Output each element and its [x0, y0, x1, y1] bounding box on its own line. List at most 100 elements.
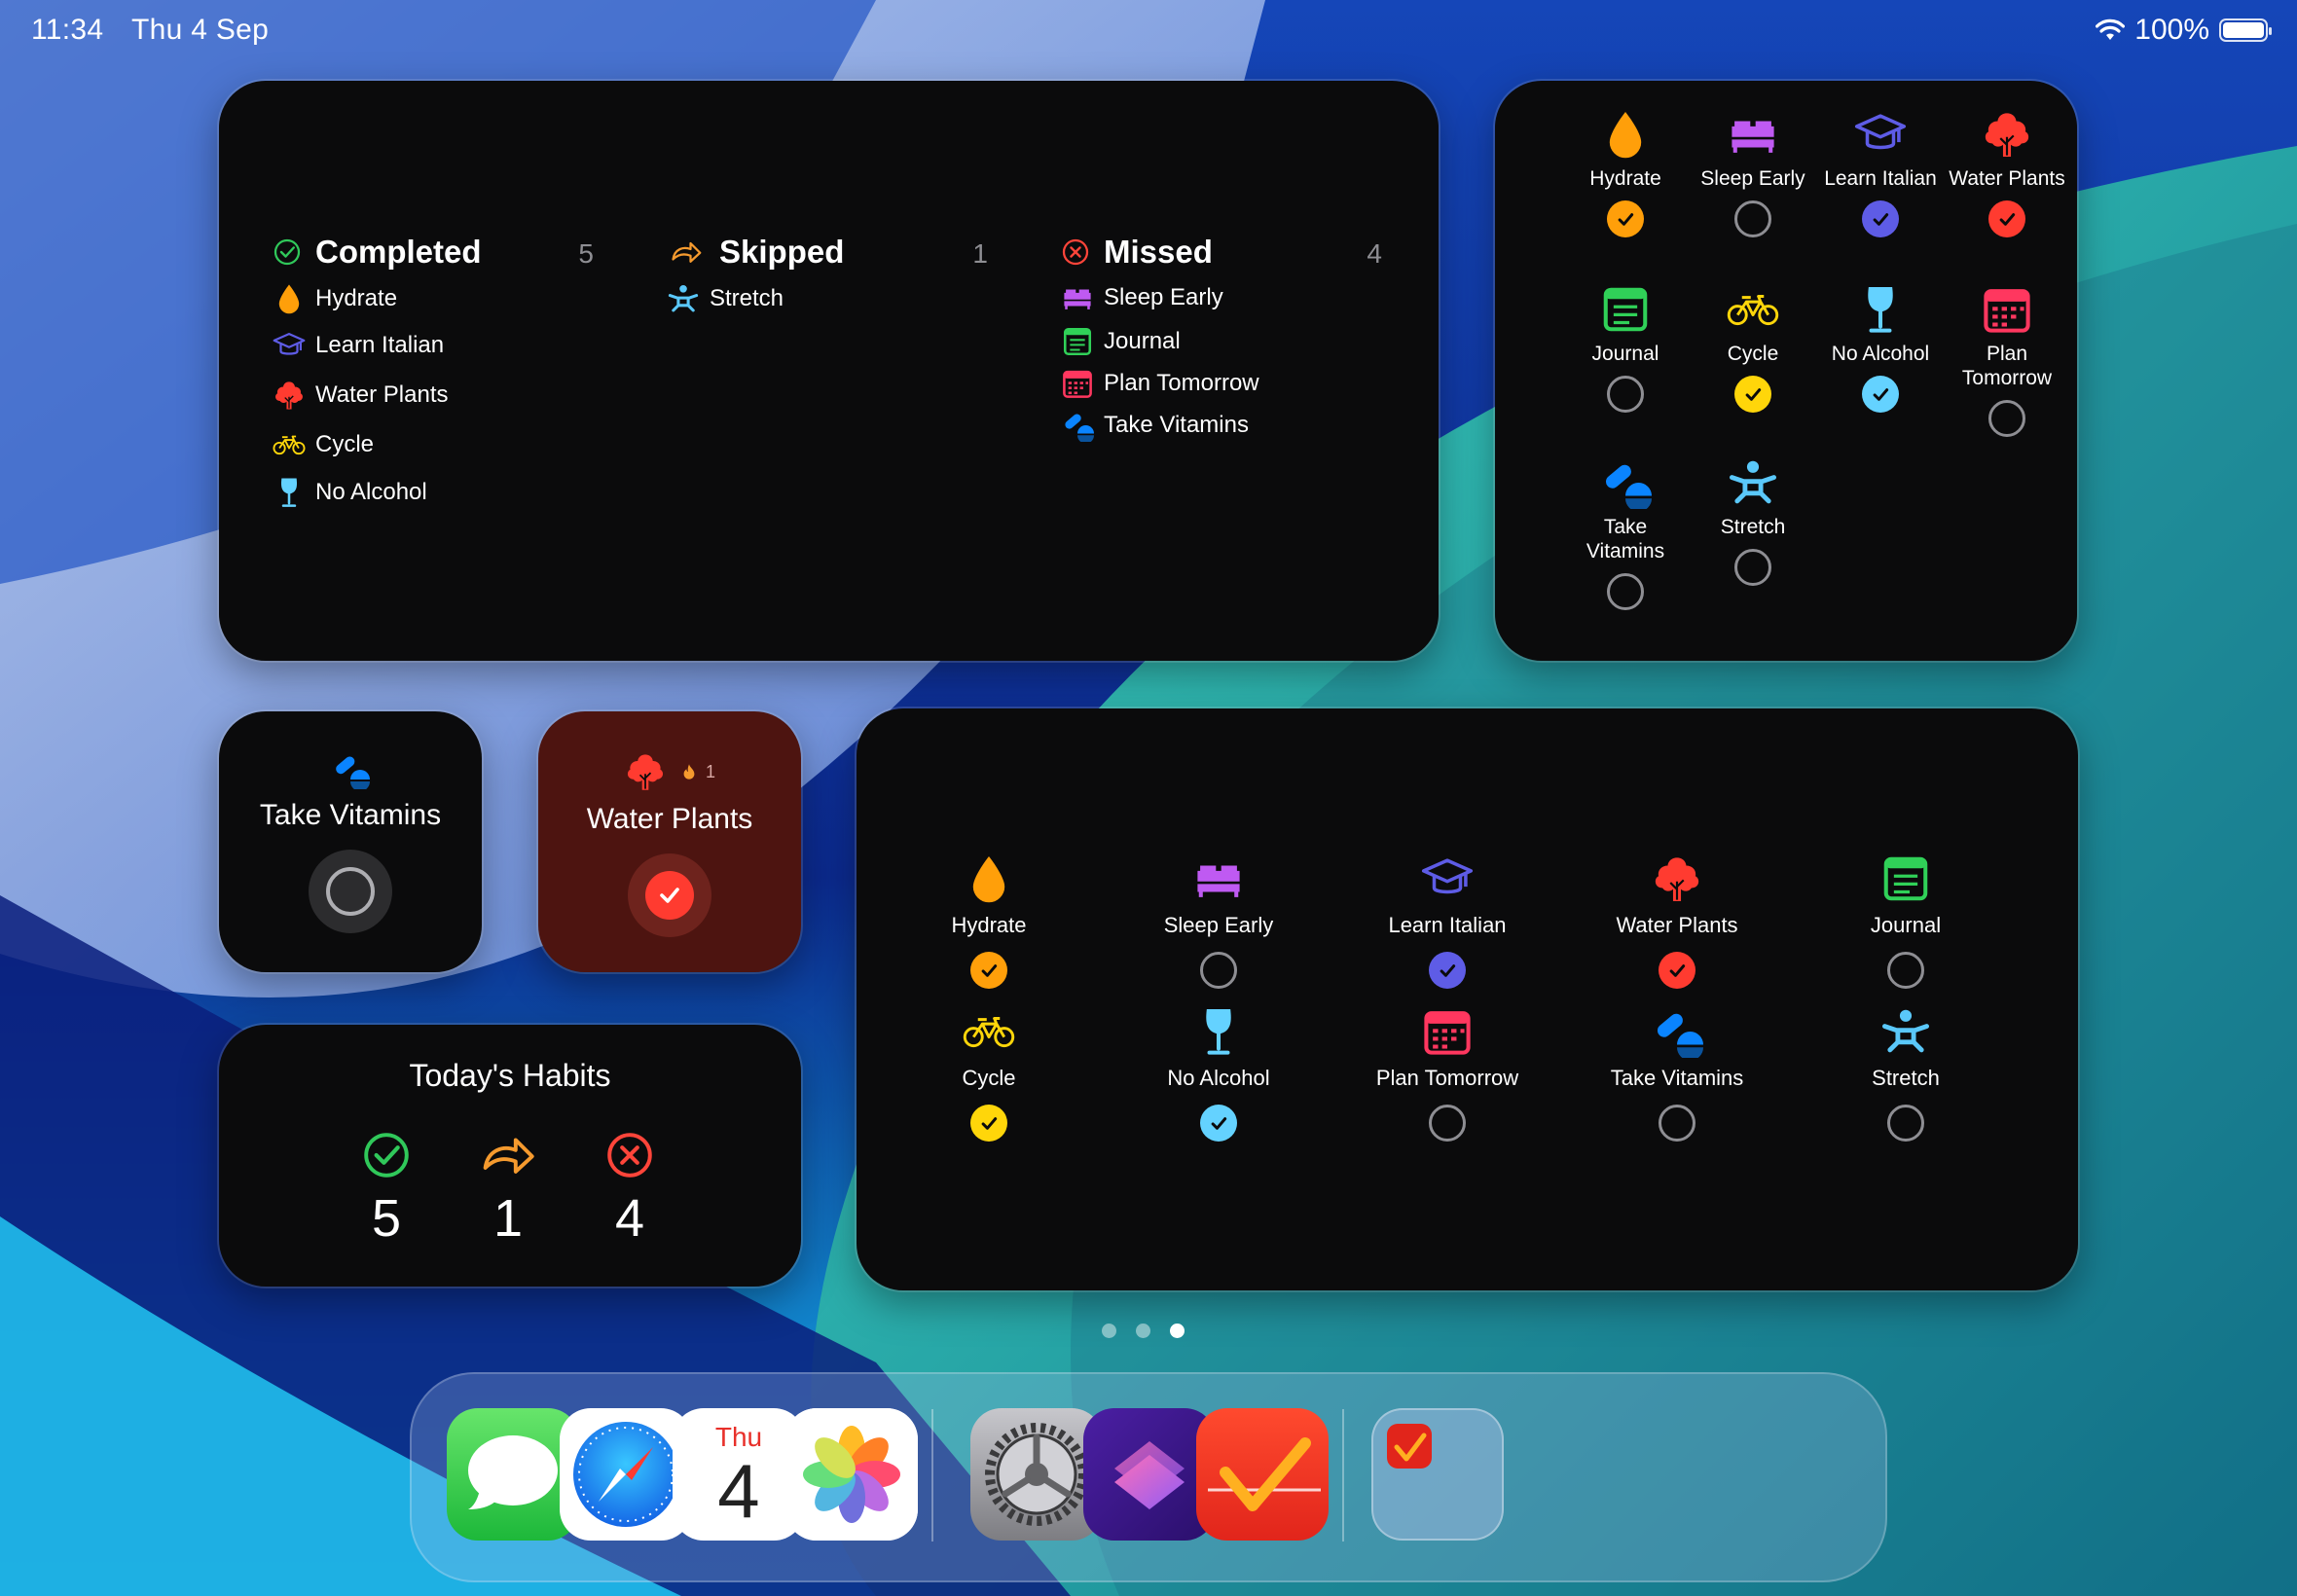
habit-check-open[interactable]: [1988, 400, 2025, 442]
completed-item: Cycle: [273, 420, 594, 469]
habits-app[interactable]: [1196, 1408, 1329, 1541]
streak-count: 1: [705, 761, 715, 781]
habit-check-done[interactable]: [970, 952, 1007, 989]
bed-icon: [1192, 852, 1245, 905]
pills-icon: [331, 750, 370, 789]
habit-check-done[interactable]: [1607, 200, 1644, 237]
habit-cell: Water Plants: [1944, 108, 2070, 237]
habit-cell: Cycle: [1690, 283, 1816, 413]
empty-circle-icon: [1734, 549, 1771, 586]
completed-item-label: Water Plants: [315, 381, 449, 408]
calendar-icon: [1981, 283, 2033, 336]
habit-check-done[interactable]: [1200, 1105, 1237, 1142]
page-dot[interactable]: [1102, 1324, 1116, 1338]
habit-label: Cycle: [1727, 343, 1779, 365]
completed-item: No Alcohol: [273, 469, 594, 516]
habit-label: Plan Tomorrow: [1375, 1066, 1519, 1090]
completed-title: Completed: [315, 234, 482, 270]
habit-check-done[interactable]: [1988, 200, 2025, 237]
completed-column: Completed 5 Hydrate Learn Italian Water Pl…: [273, 229, 594, 516]
take-vitamins-toggle[interactable]: [309, 850, 392, 933]
completed-item: Hydrate: [273, 275, 594, 321]
habit-check-done[interactable]: [1862, 200, 1899, 237]
app-library-icon: [1387, 1424, 1432, 1469]
todays-habits-title: Today's Habits: [409, 1058, 611, 1093]
drop-icon: [1599, 108, 1652, 161]
habit-check-open[interactable]: [1429, 1105, 1466, 1146]
habit-cell: Sleep Early: [1690, 108, 1816, 242]
missed-item-label: Take Vitamins: [1104, 412, 1249, 438]
stretch-figure-icon: [1727, 456, 1779, 509]
empty-circle-icon: [326, 867, 375, 916]
habit-check-open[interactable]: [1887, 952, 1924, 994]
habit-label: Hydrate: [951, 913, 1027, 937]
skipped-number: 1: [492, 1189, 524, 1248]
page-dot[interactable]: [1136, 1324, 1150, 1338]
photos-app[interactable]: [785, 1408, 918, 1541]
missed-item: Plan Tomorrow: [1061, 362, 1382, 404]
habit-label: Take Vitamins: [1610, 1066, 1744, 1090]
missed-item: Journal: [1061, 320, 1382, 362]
habit-label: Journal: [1591, 343, 1659, 365]
bed-icon: [1727, 108, 1779, 161]
completed-item: Learn Italian: [273, 321, 594, 370]
page-indicator[interactable]: [1102, 1324, 1185, 1338]
water-plants-label: Water Plants: [586, 803, 753, 835]
habit-check-open[interactable]: [1734, 549, 1771, 591]
tree-icon: [1981, 108, 2033, 161]
take-vitamins-widget[interactable]: Take Vitamins: [219, 711, 482, 972]
today-skipped: 1: [464, 1130, 552, 1249]
bicycle-icon: [273, 428, 306, 461]
empty-circle-icon: [1607, 376, 1644, 413]
drop-icon: [273, 282, 306, 315]
calendar-icon: [1061, 367, 1094, 400]
take-vitamins-label: Take Vitamins: [259, 799, 442, 831]
empty-circle-icon: [1734, 200, 1771, 237]
completed-item-label: Learn Italian: [315, 332, 445, 358]
habit-check-done[interactable]: [1734, 376, 1771, 413]
x-circle-icon: [1061, 237, 1090, 267]
habit-cell: Water Plants: [1575, 852, 1779, 989]
journal-icon: [1599, 283, 1652, 336]
missed-column: Missed 4 Sleep Early Journal Plan Tomorrow…: [1061, 229, 1382, 447]
checkmark-icon: [1429, 952, 1466, 989]
wineglass-icon: [273, 476, 306, 509]
missed-item-label: Journal: [1104, 327, 1181, 354]
habit-label: Learn Italian: [1388, 913, 1507, 937]
habit-check-done[interactable]: [1429, 952, 1466, 989]
status-date: Thu 4 Sep: [131, 14, 270, 46]
habit-cell: Hydrate: [1562, 108, 1689, 237]
page-dot[interactable]: [1170, 1324, 1185, 1338]
todays-habits-widget[interactable]: Today's Habits 5 1 4: [219, 1025, 801, 1287]
stretch-figure-icon: [667, 282, 700, 315]
habit-cell: Stretch: [1690, 456, 1816, 591]
app-library-folder[interactable]: [1371, 1408, 1504, 1541]
habit-check-open[interactable]: [1887, 1105, 1924, 1146]
checkmark-icon: [970, 952, 1007, 989]
completed-item-label: No Alcohol: [315, 479, 427, 505]
checkmark-icon: [1988, 200, 2025, 237]
checkmark-icon: [1659, 952, 1695, 989]
habit-label: Water Plants: [1949, 167, 2065, 190]
water-plants-toggle[interactable]: [628, 853, 711, 937]
habit-label: No Alcohol: [1831, 343, 1930, 365]
water-plants-widget[interactable]: 1 Water Plants: [538, 711, 801, 972]
habit-cell: Cycle: [887, 1005, 1091, 1142]
habit-check-open[interactable]: [1734, 200, 1771, 242]
habit-check-done[interactable]: [970, 1105, 1007, 1142]
habit-cell: Plan Tomorrow: [1345, 1005, 1550, 1146]
stretch-figure-icon: [1879, 1005, 1932, 1058]
tree-icon: [273, 379, 306, 412]
habit-check-open[interactable]: [1607, 573, 1644, 615]
habit-check-done[interactable]: [1659, 952, 1695, 989]
habit-check-open[interactable]: [1200, 952, 1237, 994]
wifi-icon: [2096, 18, 2126, 40]
habit-summary-widget[interactable]: Completed 5 Hydrate Learn Italian Water Pl…: [219, 81, 1439, 661]
today-completed: 5: [343, 1130, 430, 1249]
habit-check-done[interactable]: [1862, 376, 1899, 413]
habit-check-open[interactable]: [1659, 1105, 1695, 1146]
habit-check-open[interactable]: [1607, 376, 1644, 417]
journal-icon: [1061, 325, 1094, 358]
completed-item-label: Hydrate: [315, 284, 398, 311]
empty-circle-icon: [1429, 1105, 1466, 1142]
